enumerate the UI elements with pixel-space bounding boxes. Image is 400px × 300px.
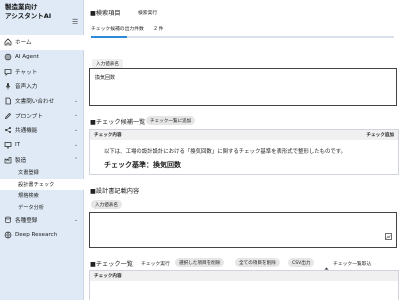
sidebar-item-label: ホーム	[15, 40, 32, 47]
chat-icon	[4, 68, 12, 76]
design-content-input[interactable]	[89, 212, 397, 248]
sidebar-nav: ホーム AI Agent チャット 音声入力 文書問い合わせ ⌄ プロンプト ⌄…	[0, 35, 84, 242]
share-icon	[4, 126, 12, 134]
sidebar-item-label: チャット	[15, 69, 38, 76]
sidebar-subitem-data-analysis[interactable]: データ分析	[0, 201, 84, 212]
search-section-title: ■検索項目	[90, 10, 121, 17]
home-icon	[4, 38, 12, 46]
delete-all-button[interactable]: 全ての項目を削除	[235, 258, 280, 267]
search-input[interactable]: 換気回数	[89, 68, 397, 106]
sidebar-item-label: 共通機能	[15, 128, 38, 135]
sidebar-item-label: 文書問い合わせ	[15, 99, 55, 106]
design-input-tag: 入力値表名	[91, 200, 122, 209]
brand-line-2: アシスタントAI	[5, 12, 52, 20]
candidates-section-title: ■チェック候補一覧	[90, 119, 146, 126]
database-icon	[4, 216, 12, 224]
factory-icon	[4, 156, 12, 164]
checklist-section-title: ■チェック一覧	[90, 261, 133, 268]
sidebar-item-common-functions[interactable]: 共通機能 ⌄	[0, 123, 84, 138]
menu-toggle-icon[interactable]: ☰	[72, 19, 78, 26]
microphone-icon	[4, 82, 12, 90]
sidebar-item-registrations[interactable]: 各種登録 ⌄	[0, 213, 84, 228]
pencil-icon	[4, 112, 12, 120]
sidebar-subitem-standard-search[interactable]: 規格検索	[0, 190, 84, 201]
sidebar-item-label: 音声入力	[15, 84, 38, 91]
col-check-content: チェック内容	[94, 133, 122, 138]
sidebar-item-voice-input[interactable]: 音声入力	[0, 79, 84, 94]
chevron-down-icon: ⌄	[73, 216, 78, 223]
delete-selected-button[interactable]: 選択した項目を削除	[175, 258, 225, 267]
sidebar-item-prompt[interactable]: プロンプト ⌄	[0, 108, 84, 123]
chevron-down-icon: ⌄	[73, 112, 78, 119]
sidebar-item-ai-agent[interactable]: AI Agent	[0, 50, 84, 65]
search-run-button[interactable]: 検索実行	[138, 9, 157, 16]
app-brand: 製造業向け アシスタントAI	[5, 3, 51, 21]
sidebar-item-label: Deep Research	[15, 231, 58, 238]
candidates-table-header: チェック内容 チェック追加	[90, 130, 398, 140]
input-tag: 入力値表名	[92, 59, 123, 68]
sidebar-item-home[interactable]: ホーム	[0, 35, 84, 50]
sidebar-item-label: プロンプト	[15, 113, 43, 120]
chevron-up-icon: ⌃	[73, 156, 78, 163]
candidate-row-description: 以下は、工場の設計設計における「換気回数」に関するチェック基準を表形式で整形した…	[104, 149, 347, 155]
main-content: ■検索項目 検索実行 チェック候補の出力件数 2 件 入力値表名 換気回数 ■チ…	[86, 0, 400, 300]
sidebar-subitem-design-check[interactable]: 設計書チェック	[0, 178, 84, 190]
progress-fill	[91, 36, 128, 38]
sidebar-item-label: 製造	[15, 157, 27, 164]
document-icon	[4, 97, 12, 105]
checklist-table: チェック内容	[89, 270, 399, 300]
sidebar-item-label: 各種登録	[15, 218, 38, 225]
output-count-value: 2 件	[154, 27, 164, 32]
candidates-table: チェック内容 チェック追加 以下は、工場の設計設計における「換気回数」に関するチ…	[89, 129, 399, 175]
brand-line-1: 製造業向け	[5, 3, 38, 11]
globe-icon	[4, 231, 12, 239]
chevron-down-icon: ⌄	[73, 97, 78, 104]
ai-agent-icon	[4, 53, 12, 61]
monitor-icon	[4, 141, 12, 149]
sidebar-item-label: IT	[15, 142, 21, 149]
design-section-title: ■設計書記載内容	[90, 188, 140, 195]
sidebar-subitem-document-registration[interactable]: 文書登録	[0, 167, 84, 178]
checklist-table-header: チェック内容	[90, 271, 398, 281]
attachment-icon[interactable]	[385, 225, 392, 244]
col-check-add: チェック追加	[366, 133, 394, 138]
chevron-down-icon: ⌄	[73, 127, 78, 134]
add-to-checklist-button[interactable]: チェック一覧に追加	[146, 116, 196, 125]
sidebar-item-it[interactable]: IT ⌄	[0, 138, 84, 153]
csv-export-button[interactable]: CSV出力	[288, 258, 315, 267]
chevron-down-icon: ⌄	[73, 141, 78, 148]
output-count-label: チェック候補の出力件数	[91, 27, 144, 32]
sidebar-item-label: AI Agent	[15, 54, 39, 61]
sidebar-item-document-query[interactable]: 文書問い合わせ ⌄	[0, 94, 84, 109]
search-input-value: 換気回数	[95, 75, 116, 81]
check-run-button[interactable]: チェック実行	[141, 260, 170, 267]
progress-bar	[91, 36, 394, 38]
sidebar-item-manufacturing[interactable]: 製造 ⌃	[0, 153, 84, 168]
col-check-content: チェック内容	[94, 274, 122, 279]
checklist-import-button[interactable]: チェック一覧取込	[333, 260, 371, 267]
sidebar-item-chat[interactable]: チャット	[0, 64, 84, 79]
sidebar: 製造業向け アシスタントAI ☰ ホーム AI Agent チャット 音声入力 …	[0, 0, 84, 300]
sidebar-item-deep-research[interactable]: Deep Research	[0, 227, 84, 242]
candidate-row-heading: チェック基準：換気回数	[104, 161, 181, 169]
